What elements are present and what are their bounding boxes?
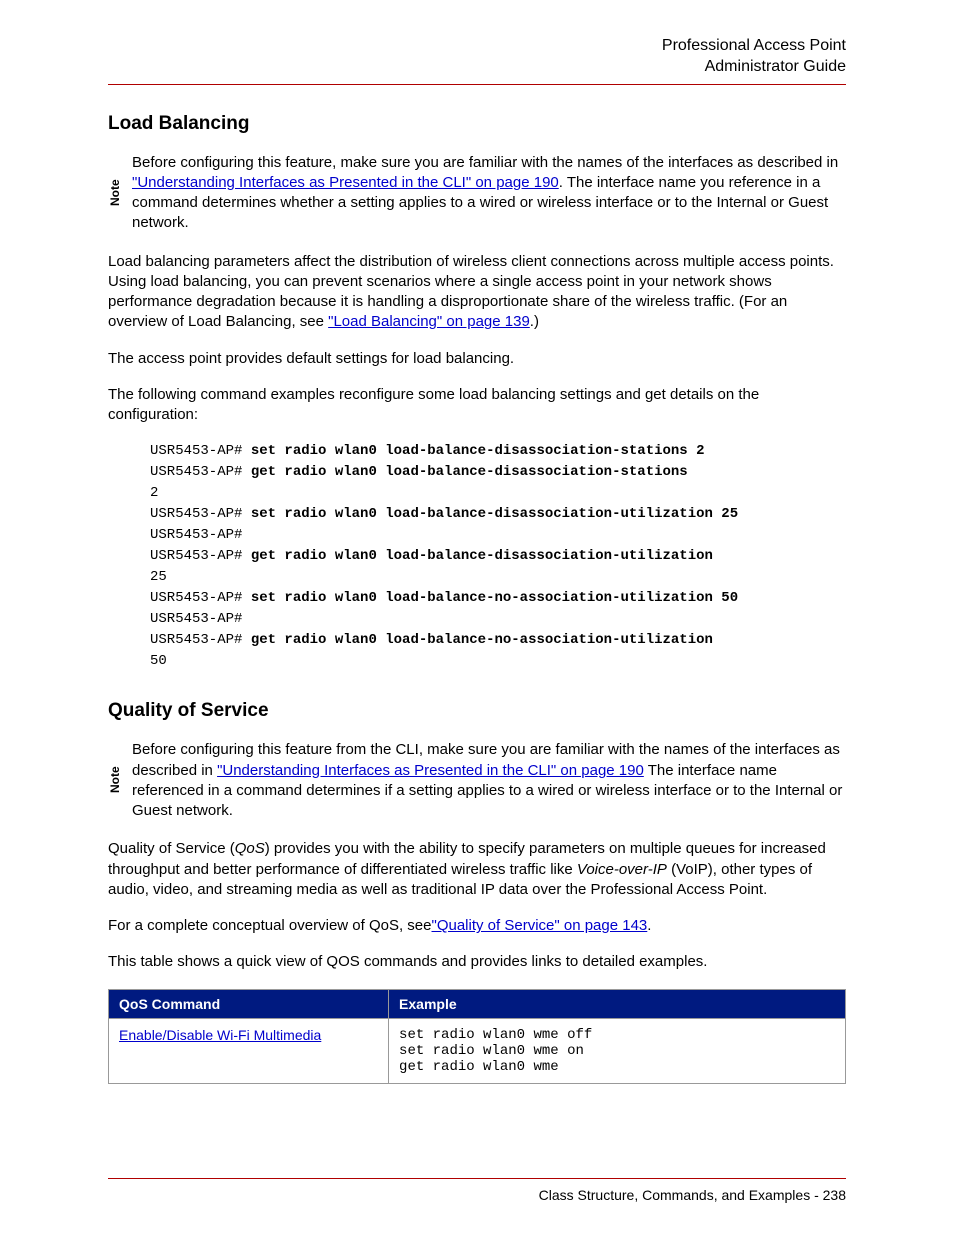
link-load-balancing[interactable]: "Load Balancing" on page 139 <box>328 313 530 330</box>
note-text: Before configuring this feature, make su… <box>126 153 846 234</box>
paragraph: Quality of Service (QoS) provides you wi… <box>108 839 846 900</box>
code-prompt: USR5453-AP# <box>150 464 251 480</box>
section-title-load-balancing: Load Balancing <box>108 113 846 135</box>
p2-post: . <box>647 917 651 934</box>
page-header: Professional Access Point Administrator … <box>108 36 846 85</box>
p2-pre: For a complete conceptual overview of Qo… <box>108 917 432 934</box>
qos-table: QoS Command Example Enable/Disable Wi-Fi… <box>108 989 846 1084</box>
link-understanding-interfaces[interactable]: "Understanding Interfaces as Presented i… <box>217 762 644 779</box>
note-label: Note <box>108 153 126 234</box>
code-prompt: USR5453-AP# <box>150 611 242 627</box>
code-prompt: USR5453-AP# <box>150 506 251 522</box>
code-prompt: USR5453-AP# <box>150 443 251 459</box>
paragraph: Load balancing parameters affect the dis… <box>108 252 846 333</box>
code-cmd: set radio wlan0 load-balance-disassociat… <box>251 443 705 459</box>
code-output: 50 <box>150 653 167 669</box>
code-cmd: get radio wlan0 load-balance-disassociat… <box>251 464 688 480</box>
voip-term: Voice-over-IP <box>577 861 667 878</box>
code-output: 2 <box>150 485 158 501</box>
paragraph: This table shows a quick view of QOS com… <box>108 952 846 972</box>
document-page: Professional Access Point Administrator … <box>0 0 954 1235</box>
note-label: Note <box>108 740 126 821</box>
header-line1: Professional Access Point <box>662 37 846 54</box>
link-understanding-interfaces[interactable]: "Understanding Interfaces as Presented i… <box>132 174 559 191</box>
code-prompt: USR5453-AP# <box>150 590 251 606</box>
header-line2: Administrator Guide <box>705 58 846 75</box>
note-block: Note Before configuring this feature fro… <box>108 740 846 821</box>
link-enable-disable-wifi-multimedia[interactable]: Enable/Disable Wi-Fi Multimedia <box>119 1027 321 1043</box>
code-cmd: set radio wlan0 load-balance-disassociat… <box>251 506 738 522</box>
paragraph: The following command examples reconfigu… <box>108 385 846 426</box>
table-cell-example: set radio wlan0 wme off set radio wlan0 … <box>389 1018 846 1083</box>
code-prompt: USR5453-AP# <box>150 527 242 543</box>
qos-term: QoS <box>235 840 265 857</box>
table-row: Enable/Disable Wi-Fi Multimedia set radi… <box>109 1018 846 1083</box>
code-prompt: USR5453-AP# <box>150 548 251 564</box>
code-output: 25 <box>150 569 167 585</box>
table-header-row: QoS Command Example <box>109 989 846 1018</box>
qos-p1a: Quality of Service ( <box>108 840 235 857</box>
link-qos[interactable]: "Quality of Service" on page 143 <box>432 917 648 934</box>
p1-post: .) <box>530 313 539 330</box>
code-cmd: get radio wlan0 load-balance-no-associat… <box>251 632 713 648</box>
code-prompt: USR5453-AP# <box>150 632 251 648</box>
code-cmd: set radio wlan0 load-balance-no-associat… <box>251 590 738 606</box>
page-footer: Class Structure, Commands, and Examples … <box>108 1178 846 1203</box>
note-text: Before configuring this feature from the… <box>126 740 846 821</box>
table-header-command: QoS Command <box>109 989 389 1018</box>
paragraph: The access point provides default settin… <box>108 349 846 369</box>
section-title-qos: Quality of Service <box>108 700 846 722</box>
table-header-example: Example <box>389 989 846 1018</box>
footer-text: Class Structure, Commands, and Examples … <box>539 1187 846 1203</box>
paragraph: For a complete conceptual overview of Qo… <box>108 916 846 936</box>
code-block: USR5453-AP# set radio wlan0 load-balance… <box>150 441 846 672</box>
note-block: Note Before configuring this feature, ma… <box>108 153 846 234</box>
note-pre: Before configuring this feature, make su… <box>132 154 838 171</box>
table-cell-command: Enable/Disable Wi-Fi Multimedia <box>109 1018 389 1083</box>
code-cmd: get radio wlan0 load-balance-disassociat… <box>251 548 713 564</box>
